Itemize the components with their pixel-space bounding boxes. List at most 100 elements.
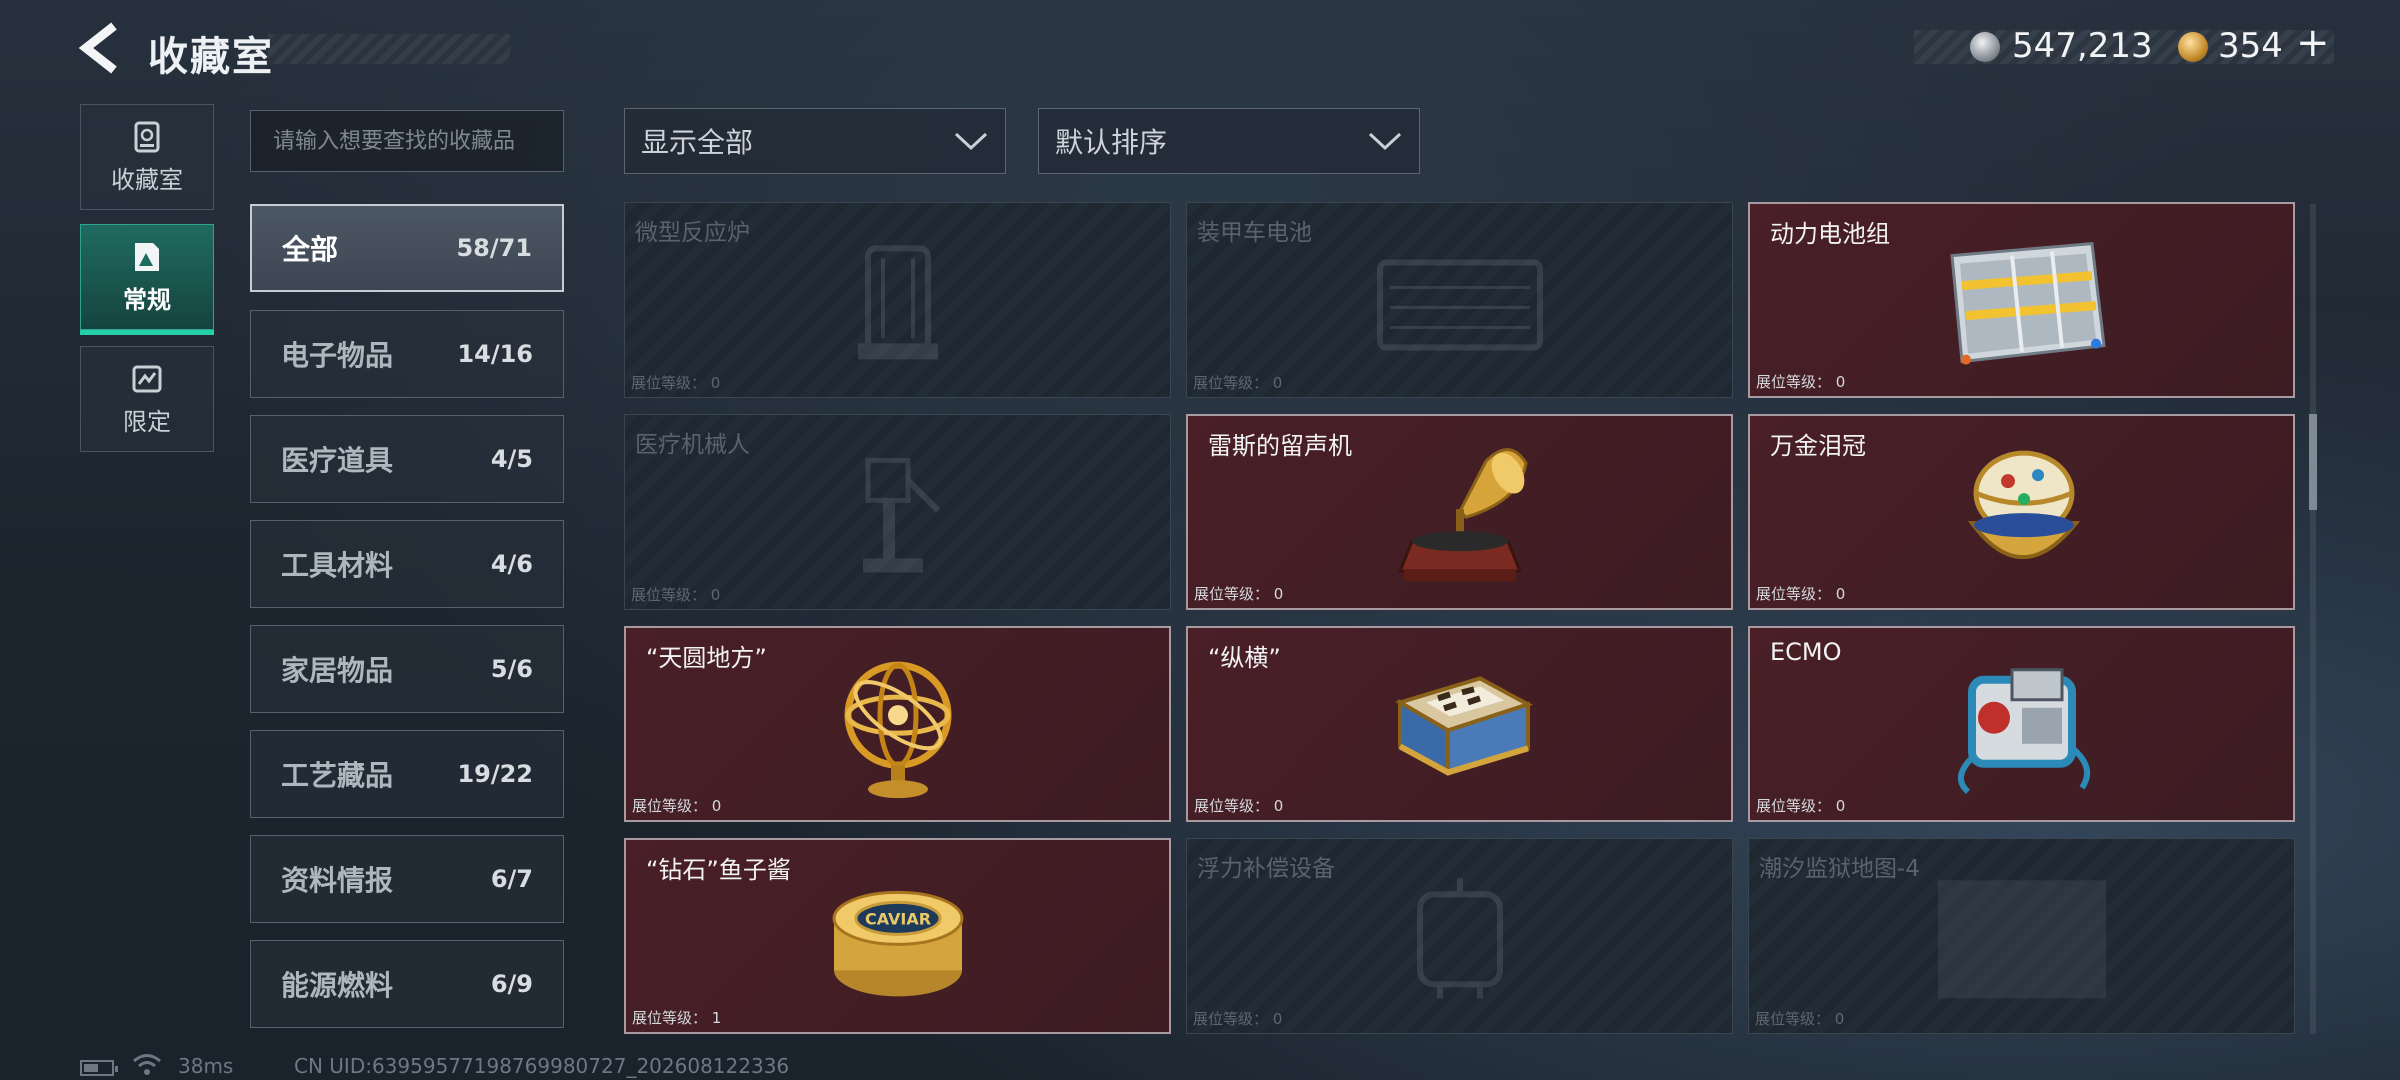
category-count: 6/9 — [490, 970, 533, 998]
reactor-icon — [838, 238, 958, 372]
collection-card[interactable]: ECMO 展位等级： 0 — [1748, 626, 2295, 822]
ping-value: 38ms — [178, 1054, 234, 1078]
category-electronics[interactable]: 电子物品 14/16 — [250, 310, 564, 398]
nav-label: 收藏室 — [111, 165, 183, 194]
category-name: 家居物品 — [281, 654, 394, 687]
category-count: 19/22 — [457, 760, 533, 788]
collection-card[interactable]: 浮力补偿设备 展位等级： 0 — [1186, 838, 1733, 1034]
category-name: 资料情报 — [281, 864, 394, 897]
category-all[interactable]: 全部 58/71 — [250, 204, 564, 292]
back-button[interactable] — [78, 22, 122, 74]
collection-card[interactable]: 万金泪冠 展位等级： 0 — [1748, 414, 2295, 610]
add-currency-button[interactable]: + — [2296, 20, 2330, 66]
category-intel[interactable]: 资料情报 6/7 — [250, 835, 564, 923]
silver-coin-icon — [1970, 32, 2000, 62]
category-medical[interactable]: 医疗道具 4/5 — [250, 415, 564, 503]
category-name: 工具材料 — [281, 549, 394, 582]
category-energy[interactable]: 能源燃料 6/9 — [250, 940, 564, 1028]
gold-currency-value: 354 — [2218, 26, 2283, 66]
title-decoration — [268, 34, 510, 64]
item-name: 动力电池组 — [1770, 220, 1890, 248]
category-count: 5/6 — [490, 655, 533, 683]
item-level: 展位等级： 0 — [1194, 585, 1284, 603]
collection-card[interactable]: 潮汐监狱地图-4 展位等级： 0 — [1748, 838, 2295, 1034]
item-name: “天圆地方” — [646, 644, 767, 672]
collection-card[interactable]: 装甲车电池 展位等级： 0 — [1186, 202, 1733, 398]
show-filter-value: 显示全部 — [641, 126, 754, 159]
show-filter-dropdown[interactable]: 显示全部 — [624, 108, 1006, 174]
regular-icon — [135, 242, 159, 271]
back-arrow-icon — [78, 22, 117, 74]
item-level: 展位等级： 0 — [631, 374, 721, 392]
nav-label: 限定 — [123, 407, 171, 436]
category-name: 电子物品 — [281, 339, 394, 372]
item-name: ECMO — [1770, 638, 1842, 666]
category-count: 6/7 — [490, 865, 533, 893]
collection-card[interactable]: 医疗机械人 展位等级： 0 — [624, 414, 1171, 610]
collection-card[interactable]: “纵横” 展位等级： 0 — [1186, 626, 1733, 822]
category-name: 能源燃料 — [281, 969, 394, 1002]
collection-grid: 微型反应炉 展位等级： 0 装甲车电池 展位等级： 0 动力电池组 展位等级： … — [624, 202, 2296, 1034]
gold-coin-icon — [2178, 32, 2208, 62]
item-name: 潮汐监狱地图-4 — [1759, 856, 1920, 882]
page-title: 收藏室 — [148, 34, 274, 80]
item-level: 展位等级： 0 — [632, 797, 722, 815]
item-name: 装甲车电池 — [1197, 220, 1312, 246]
caviar-label: CAVIAR — [864, 909, 930, 928]
category-tools[interactable]: 工具材料 4/6 — [250, 520, 564, 608]
item-name: 微型反应炉 — [635, 220, 750, 246]
collection-card[interactable]: “天圆地方” 展位等级： 0 — [624, 626, 1171, 822]
chevron-down-icon — [1368, 132, 1402, 151]
item-level: 展位等级： 0 — [1755, 1010, 1845, 1028]
nav-collection-room[interactable]: 收藏室 — [80, 104, 214, 210]
sort-dropdown[interactable]: 默认排序 — [1038, 108, 1420, 174]
collection-card[interactable]: 微型反应炉 展位等级： 0 — [624, 202, 1171, 398]
gramophone-icon — [1390, 441, 1530, 595]
item-level: 展位等级： 0 — [1193, 1010, 1283, 1028]
item-level: 展位等级： 0 — [1756, 373, 1846, 391]
nav-limited[interactable]: 限定 — [80, 346, 214, 452]
sort-value: 默认排序 — [1055, 126, 1168, 159]
chevron-down-icon — [954, 132, 988, 151]
armillary-sphere-icon — [833, 653, 963, 807]
item-level: 展位等级： 0 — [1756, 797, 1846, 815]
scrollbar-track[interactable] — [2310, 204, 2316, 1034]
item-level: 展位等级： 0 — [1194, 797, 1284, 815]
item-name: 浮力补偿设备 — [1197, 856, 1335, 882]
user-uid: CN UID:63959577198769980727_202608122336 — [294, 1054, 790, 1078]
jeweled-egg-icon — [1952, 441, 2092, 595]
medical-robot-icon — [848, 450, 948, 584]
caviar-tin-icon: CAVIAR — [828, 874, 968, 1008]
map-icon — [1932, 874, 2112, 1008]
category-name: 全部 — [282, 233, 339, 266]
item-level: 展位等级： 0 — [1193, 374, 1283, 392]
silver-currency-value: 547,213 — [2012, 26, 2153, 66]
category-count: 14/16 — [457, 340, 533, 368]
category-count: 4/5 — [490, 445, 533, 473]
item-name: 雷斯的留声机 — [1208, 432, 1352, 460]
collection-card[interactable]: 动力电池组 展位等级： 0 — [1748, 202, 2295, 398]
nav-label: 常规 — [123, 285, 171, 314]
category-name: 工艺藏品 — [281, 759, 394, 792]
item-level: 展位等级： 1 — [632, 1009, 722, 1027]
ecmo-icon — [1942, 658, 2102, 802]
category-count: 4/6 — [490, 550, 533, 578]
wifi-icon — [133, 1054, 161, 1075]
nav-regular[interactable]: 常规 — [80, 224, 214, 335]
collection-card[interactable]: “钻石”鱼子酱 CAVIAR 展位等级： 1 — [624, 838, 1171, 1034]
battery-icon — [80, 1060, 118, 1076]
scrollbar-thumb[interactable] — [2309, 414, 2317, 510]
collection-room-icon — [134, 121, 160, 152]
category-name: 医疗道具 — [281, 444, 394, 477]
category-crafts[interactable]: 工艺藏品 19/22 — [250, 730, 564, 818]
item-name: “钻石”鱼子酱 — [646, 856, 791, 884]
category-household[interactable]: 家居物品 5/6 — [250, 625, 564, 713]
search-input[interactable] — [250, 110, 564, 172]
item-name: 万金泪冠 — [1770, 432, 1866, 460]
battery-pack-icon — [1932, 236, 2112, 376]
vehicle-battery-icon — [1370, 248, 1550, 362]
chess-box-icon — [1380, 662, 1540, 796]
category-count: 58/71 — [456, 234, 532, 262]
item-name: 医疗机械人 — [635, 432, 750, 458]
collection-card[interactable]: 雷斯的留声机 展位等级： 0 — [1186, 414, 1733, 610]
